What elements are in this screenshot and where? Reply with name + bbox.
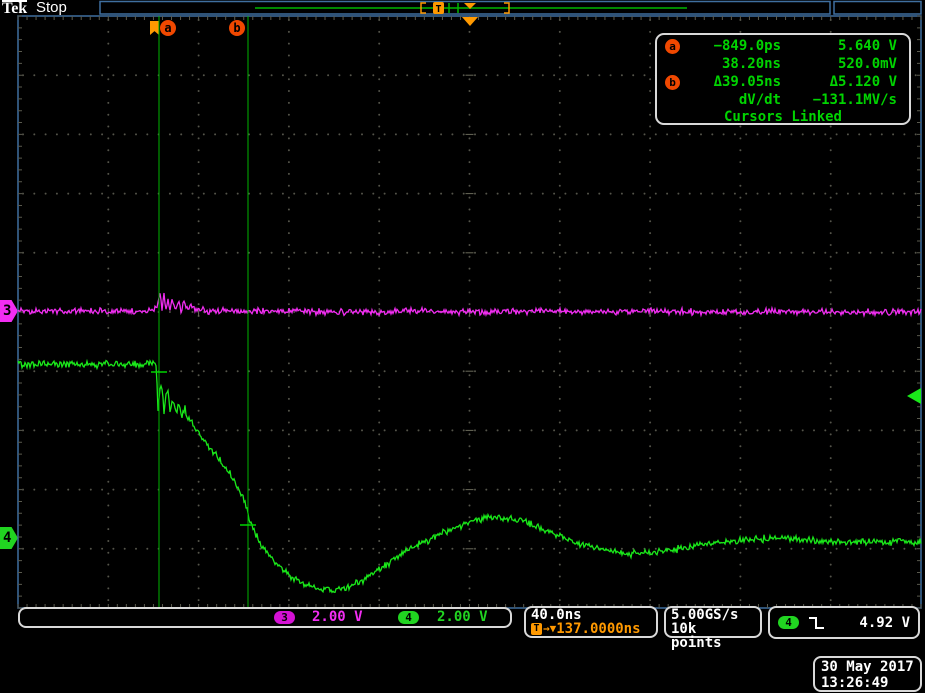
trigger-t-icon: T: [531, 623, 542, 635]
sample-rate: 5.00GS/s: [671, 608, 755, 622]
trigger-position-marker[interactable]: [462, 17, 478, 26]
record-view-aux-box: [834, 2, 921, 15]
triangle-down-icon: ▼: [550, 623, 557, 635]
record-trigger-t-letter: T: [435, 4, 441, 15]
dvdt-label: dV/dt: [685, 92, 781, 108]
cursor-b-badge-icon: b: [665, 75, 680, 90]
readout-row: dV/dt −131.1MV/s: [665, 91, 901, 109]
delta-time: Δ39.05ns: [685, 74, 781, 90]
delta-voltage: Δ5.120 V: [781, 74, 901, 90]
acquisition-box[interactable]: 5.00GS/s 10k points: [664, 606, 762, 638]
trigger-position-value: 137.0000ns: [556, 621, 640, 637]
cursor-a-badge-icon: a: [665, 39, 680, 54]
readout-row: b Δ39.05ns Δ5.120 V: [665, 73, 901, 91]
dvdt-value: −131.1MV/s: [781, 92, 901, 108]
date-label: 30 May 2017: [821, 659, 914, 675]
trigger-level: 4.92 V: [827, 615, 910, 631]
timebase-box[interactable]: 40.0ns T → ▼ 137.0000ns: [524, 606, 658, 638]
readout-row: 38.20ns 520.0mV: [665, 55, 901, 73]
datetime-box: 30 May 2017 13:26:49: [813, 656, 922, 692]
record-length: 10k points: [671, 622, 755, 650]
readout-row: a −849.0ps 5.640 V: [665, 37, 901, 55]
time-label: 13:26:49: [821, 675, 914, 691]
channel-3-badge[interactable]: 3: [274, 611, 295, 624]
arrow-right-icon: →: [543, 623, 550, 635]
channel-3-scale: 2.00 V: [312, 609, 363, 626]
channel-4-scale: 2.00 V: [437, 609, 488, 626]
cursor-a-time: −849.0ps: [685, 38, 781, 54]
trigger-source-badge: 4: [778, 616, 799, 629]
cursor-b-voltage: 520.0mV: [781, 56, 901, 72]
cursor-a-voltage: 5.640 V: [781, 38, 901, 54]
oscilloscope-screen: T Tek Stop a b a −849.0ps 5.640 V 38.20n…: [0, 0, 925, 693]
trigger-box[interactable]: 4 4.92 V: [768, 606, 920, 639]
cursors-linked-label: Cursors Linked: [665, 109, 901, 127]
channel-readout-box[interactable]: 3 2.00 V 4 2.00 V: [18, 607, 512, 628]
cursor-readout-box: a −849.0ps 5.640 V 38.20ns 520.0mV b Δ39…: [655, 33, 911, 125]
falling-edge-icon: [807, 615, 827, 631]
timebase-scale: 40.0ns: [531, 608, 651, 622]
channel-4-badge[interactable]: 4: [398, 611, 419, 624]
cursor-b-time: 38.20ns: [685, 56, 781, 72]
ch4-waveform: [18, 361, 921, 593]
trigger-level-marker[interactable]: [907, 388, 921, 404]
